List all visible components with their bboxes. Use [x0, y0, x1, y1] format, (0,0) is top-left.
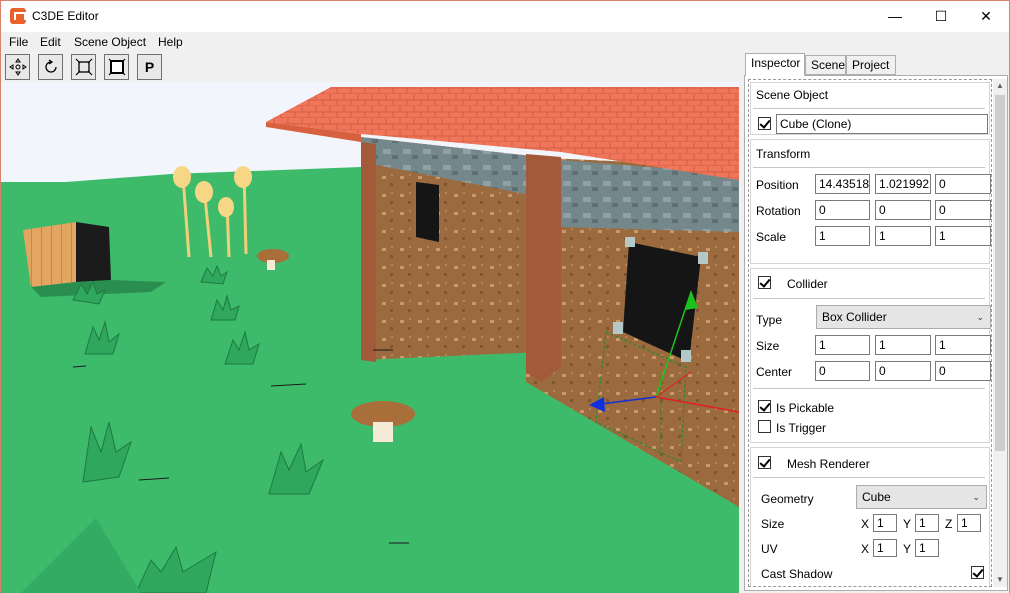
size-z-axis-label: Z — [945, 517, 953, 531]
divider — [753, 167, 985, 168]
is-trigger-checkbox[interactable] — [758, 420, 771, 433]
collider-section — [750, 268, 990, 443]
transform-header: Transform — [756, 147, 811, 161]
menu-edit[interactable]: Edit — [40, 35, 61, 49]
rotation-z-input[interactable]: 0 — [935, 200, 991, 220]
menu-bar: File Edit Scene Object Help — [1, 32, 1009, 52]
rotation-y-input[interactable]: 0 — [875, 200, 931, 220]
scene-viewport[interactable] — [1, 82, 739, 593]
scene-object-header: Scene Object — [756, 88, 829, 102]
divider — [753, 477, 985, 478]
mesh-renderer-enabled-checkbox[interactable] — [758, 456, 771, 469]
geometry-dropdown[interactable]: Cube ⌄ — [856, 485, 987, 509]
scroll-down-icon[interactable]: ▼ — [993, 573, 1007, 587]
scale-y-input[interactable]: 1 — [875, 226, 931, 246]
tab-scene[interactable]: Scene — [805, 55, 846, 75]
chevron-down-icon: ⌄ — [976, 312, 984, 322]
maximize-button[interactable]: ☐ — [918, 1, 964, 31]
cast-shadow-checkbox[interactable] — [971, 566, 984, 579]
collider-type-value: Box Collider — [822, 310, 887, 324]
position-x-input[interactable]: 14.43518 — [815, 174, 870, 194]
toolbar: P — [1, 52, 739, 82]
tab-project[interactable]: Project — [846, 55, 896, 75]
collider-size-x-input[interactable]: 1 — [815, 335, 870, 355]
scale-icon — [75, 58, 92, 76]
rotate-tool-button[interactable] — [38, 54, 63, 80]
uv-label: UV — [761, 542, 778, 556]
fit-tool-button[interactable] — [104, 54, 129, 80]
scale-label: Scale — [756, 230, 787, 244]
position-y-input[interactable]: 1.021992 — [875, 174, 931, 194]
is-pickable-label: Is Pickable — [776, 401, 835, 415]
rotation-label: Rotation — [756, 204, 801, 218]
divider — [753, 388, 985, 389]
scale-z-input[interactable]: 1 — [935, 226, 991, 246]
inspector-scrollbar[interactable]: ▲ ▼ — [993, 79, 1007, 587]
tab-inspector[interactable]: Inspector — [745, 53, 805, 76]
geometry-label: Geometry — [761, 492, 814, 506]
scroll-up-icon[interactable]: ▲ — [993, 79, 1007, 93]
editor-window: C3DE Editor — ☐ ✕ File Edit Scene Object… — [0, 0, 1010, 593]
object-name-input[interactable]: Cube (Clone) — [776, 114, 988, 134]
collider-center-x-input[interactable]: 0 — [815, 361, 870, 381]
collider-size-label: Size — [756, 339, 780, 353]
is-trigger-label: Is Trigger — [776, 421, 827, 435]
app-logo-icon — [10, 8, 26, 24]
inspector-body: Scene Object Cube (Clone) Transform Posi… — [744, 75, 1008, 591]
inspector-content: Scene Object Cube (Clone) Transform Posi… — [748, 79, 992, 587]
scale-tool-button[interactable] — [71, 54, 96, 80]
divider — [753, 298, 985, 299]
mesh-size-label: Size — [761, 517, 785, 531]
divider — [753, 108, 985, 109]
collider-size-y-input[interactable]: 1 — [875, 335, 931, 355]
cast-shadow-label: Cast Shadow — [761, 567, 833, 581]
mesh-size-z-input[interactable]: 1 — [957, 514, 981, 532]
scale-x-input[interactable]: 1 — [815, 226, 870, 246]
minimize-button[interactable]: — — [872, 1, 918, 31]
position-label: Position — [756, 178, 799, 192]
collider-type-dropdown[interactable]: Box Collider ⌄ — [816, 305, 991, 329]
move-icon — [8, 58, 27, 76]
mesh-size-y-input[interactable]: 1 — [915, 514, 939, 532]
rotation-x-input[interactable]: 0 — [815, 200, 870, 220]
rotate-icon — [44, 59, 57, 73]
scene-render — [1, 82, 739, 593]
window-title: C3DE Editor — [32, 9, 99, 23]
is-pickable-checkbox[interactable] — [758, 400, 771, 413]
size-y-axis-label: Y — [903, 517, 912, 531]
collider-type-label: Type — [756, 313, 783, 327]
fit-icon — [108, 58, 125, 76]
uv-x-axis-label: X — [861, 542, 870, 556]
size-x-axis-label: X — [861, 517, 870, 531]
mesh-renderer-header: Mesh Renderer — [787, 457, 870, 471]
collider-enabled-checkbox[interactable] — [758, 276, 771, 289]
mesh-renderer-section — [750, 447, 990, 586]
close-button[interactable]: ✕ — [963, 1, 1009, 31]
menu-help[interactable]: Help — [158, 35, 183, 49]
scene-object-enabled-checkbox[interactable] — [758, 117, 771, 130]
uv-y-axis-label: Y — [903, 542, 912, 556]
move-tool-button[interactable] — [5, 54, 30, 80]
inspector-panel: Inspector Scene Project Scene Object Cub… — [739, 52, 1009, 593]
scroll-thumb[interactable] — [995, 95, 1005, 451]
collider-center-label: Center — [756, 365, 793, 379]
geometry-value: Cube — [862, 490, 891, 504]
collider-center-z-input[interactable]: 0 — [935, 361, 991, 381]
collider-size-z-input[interactable]: 1 — [935, 335, 991, 355]
collider-header: Collider — [787, 277, 828, 291]
mesh-size-x-input[interactable]: 1 — [873, 514, 897, 532]
menu-file[interactable]: File — [9, 35, 28, 49]
collider-center-y-input[interactable]: 0 — [875, 361, 931, 381]
uv-x-input[interactable]: 1 — [873, 539, 897, 557]
title-bar: C3DE Editor — ☐ ✕ — [1, 1, 1009, 32]
p-tool-button[interactable]: P — [137, 54, 162, 80]
uv-y-input[interactable]: 1 — [915, 539, 939, 557]
chevron-down-icon: ⌄ — [972, 492, 980, 502]
menu-scene-object[interactable]: Scene Object — [74, 35, 146, 49]
position-z-input[interactable]: 0 — [935, 174, 991, 194]
